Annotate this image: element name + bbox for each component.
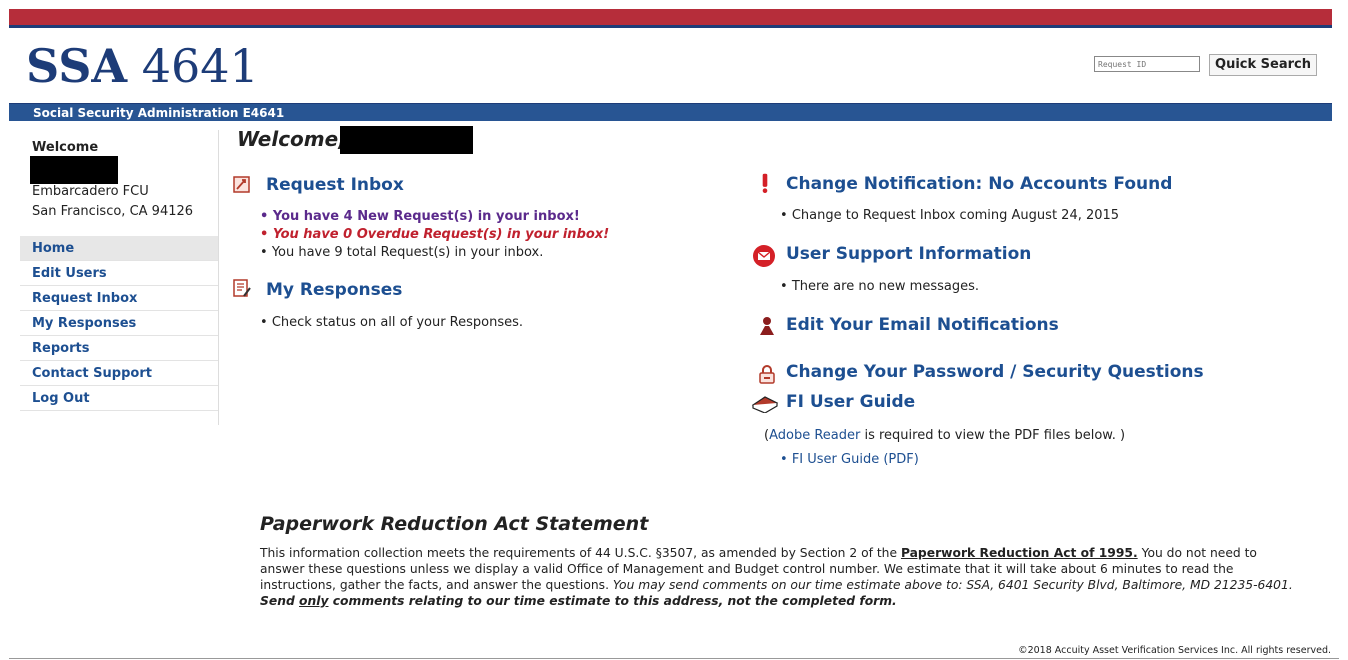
pdf-note: (Adobe Reader is required to view the PD… — [764, 427, 1125, 445]
my-responses-link[interactable]: My Responses — [266, 280, 402, 300]
pra-text-1: This information collection meets the re… — [260, 546, 901, 560]
sidebar-nav: Home Edit Users Request Inbox My Respons… — [20, 236, 218, 411]
change-notification-list: Change to Request Inbox coming August 24… — [780, 207, 1119, 225]
app-logo: SSA 4641 — [26, 39, 259, 93]
copyright-text: ©2018 Accuity Asset Verification Service… — [1018, 645, 1331, 656]
subtitle-bar: Social Security Administration E4641 — [9, 103, 1332, 121]
change-notification-text: Change to Request Inbox coming August 24… — [780, 207, 1119, 225]
overdue-requests-link[interactable]: You have 0 Overdue Request(s) in your in… — [260, 226, 609, 244]
pra-text-4b: only — [299, 594, 329, 608]
quick-search-button[interactable]: Quick Search — [1209, 54, 1317, 76]
pra-text-3: You may send comments on our time estima… — [612, 578, 1293, 592]
lock-icon — [759, 365, 775, 384]
user-icon — [760, 317, 774, 335]
request-id-input[interactable] — [1094, 56, 1200, 72]
redacted-user-name — [340, 126, 473, 154]
pra-text-4a: Send — [260, 594, 300, 608]
sidebar: Welcome Embarcadero FCU San Francisco, C… — [20, 130, 219, 425]
total-requests-text: You have 9 total Request(s) in your inbo… — [260, 244, 609, 262]
redacted-username — [30, 156, 118, 184]
change-notification-title[interactable]: Change Notification: No Accounts Found — [786, 174, 1172, 194]
page-welcome-heading: Welcome, — [237, 127, 346, 151]
user-guide-list: FI User Guide (PDF) — [780, 451, 919, 469]
sidebar-item-contact-support[interactable]: Contact Support — [20, 361, 218, 386]
pra-act-link[interactable]: Paperwork Reduction Act of 1995. — [901, 546, 1138, 560]
change-password-link[interactable]: Change Your Password / Security Question… — [786, 362, 1204, 382]
pra-text-4c: comments relating to our time estimate t… — [328, 594, 897, 608]
pra-body: This information collection meets the re… — [260, 545, 1305, 609]
mail-icon — [753, 245, 775, 267]
responses-icon — [233, 279, 251, 297]
sidebar-item-home[interactable]: Home — [20, 236, 218, 261]
footer-divider — [9, 658, 1339, 659]
top-banner — [9, 9, 1332, 28]
pra-title: Paperwork Reduction Act Statement — [260, 513, 649, 535]
user-support-list: There are no new messages. — [780, 278, 979, 296]
agency-subtitle: Social Security Administration E4641 — [33, 106, 285, 120]
sidebar-welcome-label: Welcome — [32, 140, 99, 155]
exclamation-icon — [762, 173, 768, 193]
sidebar-item-edit-users[interactable]: Edit Users — [20, 261, 218, 286]
book-icon — [751, 396, 779, 413]
user-guide-pdf-link[interactable]: FI User Guide (PDF) — [780, 451, 919, 469]
inbox-icon — [233, 176, 250, 193]
my-responses-list: Check status on all of your Responses. — [260, 314, 523, 332]
user-support-link[interactable]: User Support Information — [786, 244, 1031, 264]
request-inbox-link[interactable]: Request Inbox — [266, 175, 404, 195]
institution-city: San Francisco, CA 94126 — [32, 204, 194, 219]
adobe-reader-link[interactable]: Adobe Reader — [769, 428, 860, 443]
sidebar-item-reports[interactable]: Reports — [20, 336, 218, 361]
new-requests-link[interactable]: You have 4 New Request(s) in your inbox! — [260, 208, 609, 226]
user-support-text: There are no new messages. — [780, 278, 979, 296]
institution-address: Embarcadero FCU San Francisco, CA 94126 — [32, 182, 193, 222]
pdf-note-text: is required to view the PDF files below.… — [860, 428, 1126, 443]
sidebar-item-log-out[interactable]: Log Out — [20, 386, 218, 411]
user-guide-title: FI User Guide — [786, 392, 916, 412]
request-inbox-list: You have 4 New Request(s) in your inbox!… — [260, 208, 609, 262]
responses-status-text: Check status on all of your Responses. — [260, 314, 523, 332]
institution-name: Embarcadero FCU — [32, 184, 149, 199]
edit-email-notifications-link[interactable]: Edit Your Email Notifications — [786, 315, 1059, 335]
sidebar-item-request-inbox[interactable]: Request Inbox — [20, 286, 218, 311]
sidebar-item-my-responses[interactable]: My Responses — [20, 311, 218, 336]
